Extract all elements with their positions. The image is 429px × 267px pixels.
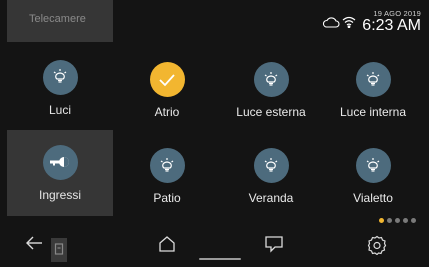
back-icon	[26, 236, 42, 250]
back-button[interactable]	[24, 235, 44, 256]
key-icon	[42, 144, 78, 180]
tile-label: Luce interna	[339, 105, 407, 119]
cloud-icon	[323, 16, 340, 28]
tile-label: Atrio	[154, 105, 180, 119]
page-dot[interactable]	[403, 218, 408, 223]
page-dot[interactable]	[395, 218, 400, 223]
chat-icon	[265, 236, 283, 253]
tile-label: Vialetto	[353, 191, 393, 205]
page-dot[interactable]	[379, 218, 384, 223]
tile-label: Veranda	[248, 191, 294, 205]
door-icon	[51, 238, 67, 262]
bulb-icon	[355, 148, 391, 183]
wifi-icon	[342, 16, 356, 28]
sidebar-item-label: Ingressi	[38, 187, 82, 202]
sidebar-item-label: Luci	[48, 102, 71, 117]
light-tile-luce-interna[interactable]: Luce interna	[325, 62, 421, 119]
sidebar-item-luci[interactable]: Luci	[7, 46, 113, 130]
bulb-icon	[42, 59, 78, 95]
messages-button[interactable]	[264, 235, 284, 258]
time-label: 6:23 AM	[362, 17, 421, 34]
settings-button[interactable]	[367, 235, 387, 260]
bulb-icon	[355, 62, 391, 97]
page-dot[interactable]	[387, 218, 392, 223]
sidebar: Telecamere Ingressi Luci	[0, 0, 113, 262]
page-dot[interactable]	[411, 218, 416, 223]
tile-label: Patio	[153, 191, 181, 205]
bulb-icon	[149, 148, 185, 183]
check-icon	[149, 62, 185, 97]
home-indicator-bar	[199, 258, 241, 260]
home-icon	[159, 236, 175, 252]
sidebar-item-label: Telecamere	[29, 13, 86, 25]
settings-icon	[367, 235, 387, 256]
bulb-icon	[253, 148, 289, 183]
sidebar-item-ingressi[interactable]: Ingressi	[7, 130, 113, 216]
status-bar: 19 AGO 2019 6:23 AM	[322, 9, 421, 34]
light-tile-atrio[interactable]: Atrio	[119, 62, 215, 119]
bulb-icon	[253, 62, 289, 97]
page-indicator[interactable]	[379, 218, 416, 223]
navigation-bar	[0, 230, 429, 262]
tile-label: Luce esterna	[236, 105, 306, 119]
home-button[interactable]	[158, 235, 176, 258]
light-tile-luce-esterna[interactable]: Luce esterna	[223, 62, 319, 119]
sidebar-item-telecamere[interactable]: Telecamere	[7, 0, 113, 42]
light-tile-vialetto[interactable]: Vialetto	[325, 148, 421, 205]
light-tile-patio[interactable]: Patio	[119, 148, 215, 205]
light-tile-veranda[interactable]: Veranda	[223, 148, 319, 205]
